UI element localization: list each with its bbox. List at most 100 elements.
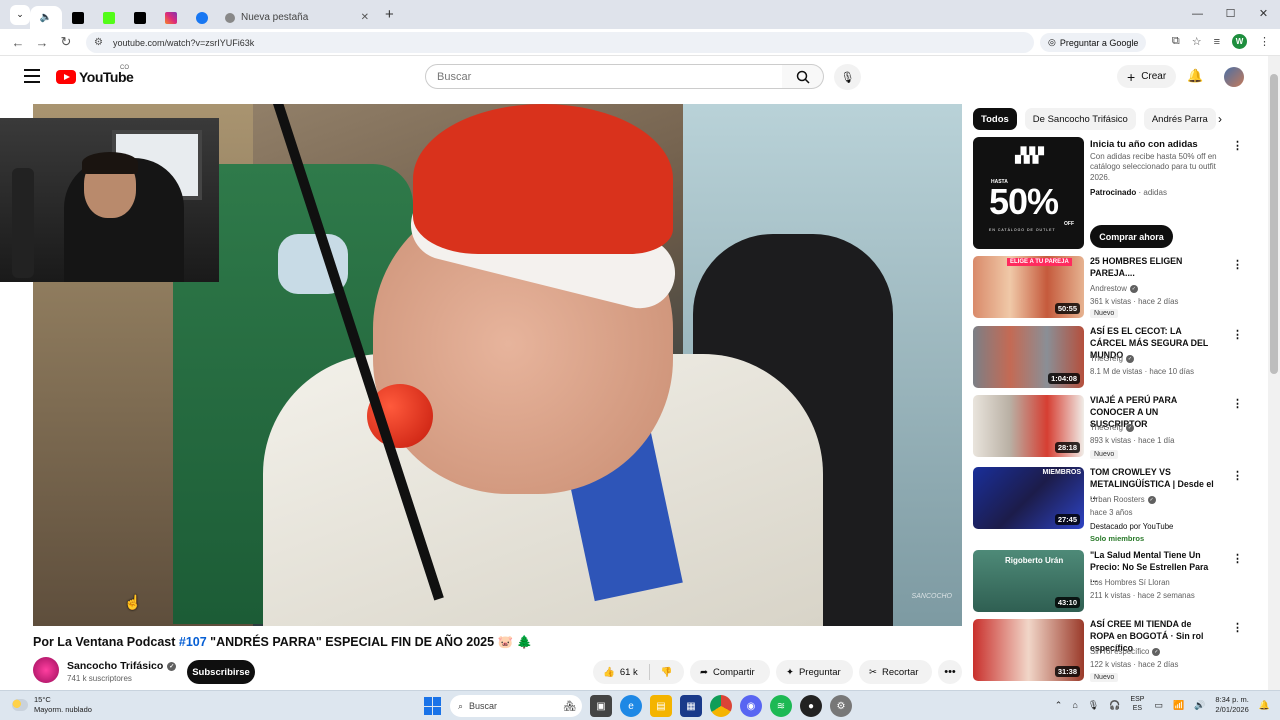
reading-list-icon[interactable]: ≡ [1214, 36, 1220, 48]
close-icon[interactable]: ✕ [361, 12, 369, 23]
clock[interactable]: 8:34 p. m. 2/01/2026 [1215, 695, 1248, 715]
chip-channel[interactable]: De Sancocho Trifásico [1024, 108, 1136, 130]
video-thumbnail[interactable]: 28:18 [973, 395, 1084, 457]
profile-avatar[interactable]: W [1232, 34, 1247, 49]
recommended-video[interactable]: ELIGE A TU PAREJA 50:55 25 HOMBRES ELIGE… [973, 256, 1248, 320]
channel-name[interactable]: Urban Roosters [1090, 495, 1145, 504]
site-info-icon[interactable]: ⚙ [94, 37, 103, 48]
video-thumbnail[interactable]: 1:04:08 [973, 326, 1084, 388]
file-explorer-icon[interactable]: ▤ [650, 695, 672, 717]
chip-andres-parra[interactable]: Andrés Parra [1143, 108, 1216, 130]
reload-button[interactable]: ↻ [54, 34, 78, 50]
url-field[interactable]: ⚙ youtube.com/watch?v=zsrIYUFi63k [86, 32, 1034, 53]
channel-name[interactable]: Sin rol específico [1090, 647, 1149, 656]
recommended-video[interactable]: MIEMBROS 27:45 TOM CROWLEY VS METALINGÜÍ… [973, 467, 1248, 543]
more-actions-button[interactable]: ••• [938, 660, 962, 684]
youtube-logo[interactable]: YouTube [56, 69, 134, 85]
taskbar-search[interactable]: ⌕ Buscar 🏘 [450, 695, 582, 717]
kebab-menu-icon[interactable]: ⋮ [1232, 621, 1243, 634]
account-avatar[interactable] [1224, 67, 1244, 87]
like-count[interactable]: 61 k [620, 667, 638, 678]
tab-search-button[interactable]: ⌄ [10, 4, 30, 25]
channel-name[interactable]: Andrestow [1090, 284, 1127, 293]
create-button[interactable]: + Crear [1117, 65, 1177, 88]
sponsored-ad[interactable]: ▞▞▞ HASTA 50% OFF EN CATÁLOGO DE OUTLET … [973, 137, 1248, 249]
tray-chevron-up-icon[interactable]: ⌃ [1055, 700, 1063, 711]
kebab-menu-icon[interactable]: ⋮ [1232, 328, 1243, 341]
ask-google-button[interactable]: ◎ Preguntar a Google [1040, 33, 1147, 52]
tab-new[interactable]: Nueva pestaña ✕ [217, 6, 377, 29]
video-channel[interactable]: Urban Roosters ✓ [1090, 495, 1156, 504]
recommended-video[interactable]: 31:38 ASÍ CREE MI TIENDA de ROPA en BOGO… [973, 619, 1248, 685]
notifications-bell-icon[interactable]: 🔔 [1187, 68, 1203, 84]
menu-icon[interactable] [24, 69, 40, 83]
channel-name-text[interactable]: Sancocho Trifásico [67, 660, 163, 672]
channel-name[interactable]: TheGrefg [1090, 354, 1123, 363]
kebab-menu-icon[interactable]: ⋮ [1232, 397, 1243, 410]
video-channel[interactable]: Los Hombres Sí Lloran [1090, 578, 1170, 587]
tab-youtube[interactable]: 🔈 [30, 6, 62, 29]
kebab-menu-icon[interactable]: ⋮ [1232, 552, 1243, 565]
video-thumbnail[interactable]: 31:38 [973, 619, 1084, 681]
tab-kick[interactable] [93, 6, 124, 29]
hashtag-link[interactable]: #107 [179, 635, 207, 649]
tab-facebook[interactable] [186, 6, 217, 29]
video-thumbnail[interactable]: ELIGE A TU PAREJA 50:55 [973, 256, 1084, 318]
chevron-right-icon[interactable]: › [1218, 112, 1222, 126]
language-indicator[interactable]: ESP ES [1130, 696, 1144, 714]
video-thumbnail[interactable]: MIEMBROS 27:45 [973, 467, 1084, 529]
close-window-button[interactable]: ✕ [1247, 0, 1280, 29]
windows-start-icon[interactable] [424, 697, 442, 715]
discord-icon[interactable]: ◉ [740, 695, 762, 717]
ad-thumbnail[interactable]: ▞▞▞ HASTA 50% OFF EN CATÁLOGO DE OUTLET [973, 137, 1084, 249]
video-thumbnail[interactable]: Rigoberto Urán 43:10 [973, 550, 1084, 612]
video-channel[interactable]: Andrestow ✓ [1090, 284, 1138, 293]
spotify-icon[interactable]: ≋ [770, 695, 792, 717]
store-icon[interactable]: ▦ [680, 695, 702, 717]
browser-menu-icon[interactable]: ⋮ [1259, 35, 1270, 48]
share-button[interactable]: ➦ Compartir [690, 660, 770, 684]
ad-title[interactable]: Inicia tu año con adidas [1090, 139, 1230, 150]
network-icon[interactable]: ⌂ [1072, 700, 1077, 710]
scroll-thumb[interactable] [1270, 74, 1278, 374]
obs-icon[interactable]: ● [800, 695, 822, 717]
volume-icon[interactable]: 🔊 [1194, 700, 1205, 711]
voice-search-button[interactable]: 🎙 [834, 64, 861, 90]
search-input[interactable]: Buscar [425, 64, 783, 89]
forward-button[interactable]: → [30, 35, 54, 50]
kebab-menu-icon[interactable]: ⋮ [1232, 258, 1243, 271]
minimize-button[interactable]: — [1181, 0, 1214, 29]
channel-avatar[interactable] [33, 657, 59, 683]
chrome-icon[interactable] [710, 695, 732, 717]
kebab-menu-icon[interactable]: ⋮ [1232, 139, 1243, 152]
video-channel[interactable]: TheGrefg ✓ [1090, 423, 1134, 432]
video-title[interactable]: 25 HOMBRES ELIGEN PAREJA.... [1090, 256, 1218, 280]
headset-icon[interactable]: 🎧 [1109, 700, 1120, 711]
video-channel[interactable]: Sin rol específico ✓ [1090, 647, 1161, 656]
thumbs-down-icon[interactable]: 👎 [661, 667, 673, 678]
ask-button[interactable]: ✦ Preguntar [776, 660, 853, 684]
thumbs-up-icon[interactable]: 👍 [603, 667, 615, 678]
chip-all[interactable]: Todos [973, 108, 1017, 130]
bookmark-star-icon[interactable]: ☆ [1192, 35, 1202, 48]
back-button[interactable]: ← [6, 35, 30, 50]
ad-cta-button[interactable]: Comprar ahora [1090, 225, 1173, 248]
recommended-video[interactable]: 1:04:08 ASÍ ES EL CECOT: LA CÁRCEL MÁS S… [973, 326, 1248, 390]
page-scrollbar[interactable] [1268, 56, 1280, 690]
channel-name[interactable]: TheGrefg [1090, 423, 1123, 432]
tab-instagram[interactable] [155, 6, 186, 29]
clip-button[interactable]: ✂ Recortar [859, 660, 932, 684]
channel-name[interactable]: Sancocho Trifásico ✓ [67, 660, 177, 672]
channel-name[interactable]: Los Hombres Sí Lloran [1090, 578, 1170, 587]
subscribe-button[interactable]: Subscribirse [187, 660, 255, 684]
kebab-menu-icon[interactable]: ⋮ [1232, 469, 1243, 482]
mic-tray-icon[interactable]: 🎙 [1088, 700, 1099, 711]
install-icon[interactable]: ⧉ [1172, 35, 1180, 48]
recommended-video[interactable]: Rigoberto Urán 43:10 "La Salud Mental Ti… [973, 550, 1248, 614]
video-channel[interactable]: TheGrefg ✓ [1090, 354, 1134, 363]
notification-bell-icon[interactable]: 🔔 [1259, 700, 1270, 711]
recommended-video[interactable]: 28:18 VIAJÉ A PERÚ PARA CONOCER A UN SUS… [973, 395, 1248, 459]
wifi-icon[interactable]: 📶 [1173, 700, 1184, 711]
maximize-button[interactable]: ☐ [1214, 0, 1247, 29]
task-view-icon[interactable]: ▣ [590, 695, 612, 717]
